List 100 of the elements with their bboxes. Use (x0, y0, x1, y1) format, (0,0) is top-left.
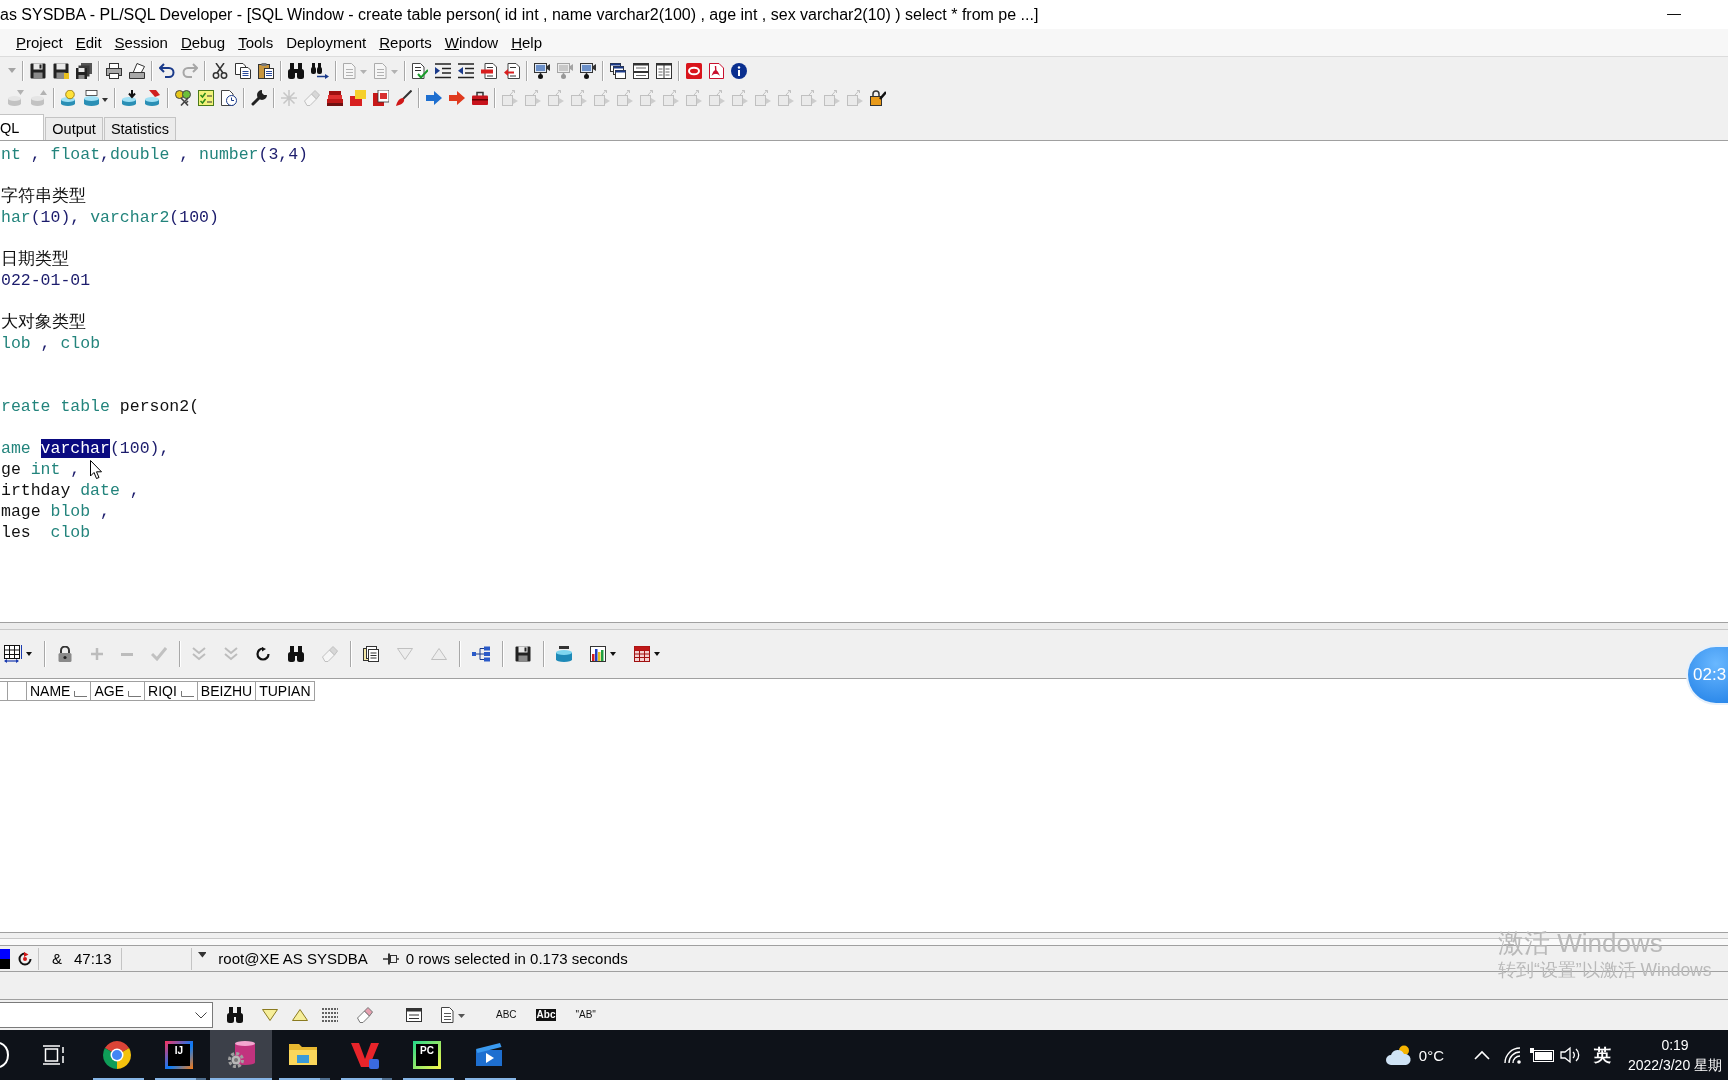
modifier-indicator: & (52, 950, 62, 967)
database-icon[interactable] (556, 646, 572, 662)
column-header[interactable]: TUPIAN (256, 681, 315, 701)
connection-label: root@XE AS SYSDBA (218, 950, 368, 967)
highlight-lines-icon[interactable] (322, 1007, 338, 1023)
weather-temperature[interactable]: 0°C (1418, 1046, 1444, 1064)
app-logo: IJ (165, 1041, 193, 1069)
menu-item[interactable]: Reports (379, 34, 432, 51)
code-line: mage blob , (0, 501, 110, 522)
padlock-icon[interactable] (57, 646, 73, 662)
document-check-icon[interactable] (411, 62, 428, 79)
speaker-icon[interactable] (1560, 1046, 1582, 1064)
status-message: 0 rows selected in 0.173 seconds (405, 950, 628, 967)
clock-time[interactable]: 0:19 (1661, 1035, 1689, 1055)
stacked-books-icon[interactable] (326, 89, 343, 106)
documents-icon[interactable] (363, 646, 379, 662)
brush-icon[interactable] (395, 89, 412, 106)
triangle-down-icon[interactable] (262, 1009, 278, 1021)
ring-icon[interactable] (0, 1042, 10, 1068)
database-dropdown-icon[interactable] (83, 89, 108, 106)
table-dropdown-icon[interactable] (634, 646, 660, 662)
indent-icon[interactable] (434, 62, 451, 79)
document-clock-icon[interactable] (220, 89, 237, 106)
clock-date[interactable]: 2022/3/20 星期 (1627, 1055, 1723, 1075)
column-header[interactable]: AGE (91, 681, 146, 701)
oval-logo-icon[interactable] (685, 62, 702, 79)
menu-item[interactable]: Project (16, 34, 63, 51)
find-option-button[interactable]: "AB" (574, 1009, 597, 1021)
chevron-down-icon[interactable] (195, 1011, 207, 1019)
triangle-up-icon[interactable] (292, 1009, 308, 1021)
taskbar-app-button[interactable]: PC (396, 1030, 458, 1080)
binoculars-icon[interactable] (287, 62, 304, 79)
arrow-right-icon[interactable] (425, 90, 442, 105)
chevron-up-icon[interactable] (1474, 1050, 1490, 1060)
monitor-icon[interactable] (579, 62, 596, 79)
outdent-icon[interactable] (457, 62, 474, 79)
column-header[interactable]: NAME (27, 681, 92, 701)
database-lightbulb-icon[interactable] (60, 89, 77, 106)
menu-item[interactable]: Session (114, 34, 168, 51)
copy-icon[interactable] (234, 62, 251, 79)
printer-icon[interactable] (105, 62, 122, 79)
info-icon[interactable] (730, 62, 747, 79)
menu-item[interactable]: Debug (180, 34, 226, 51)
search-field[interactable] (0, 1002, 213, 1028)
document-dropdown-icon[interactable] (441, 1007, 465, 1023)
checklist-icon[interactable] (197, 89, 214, 106)
arrow-right-icon[interactable] (448, 90, 465, 105)
toolbox-icon[interactable] (471, 90, 488, 105)
menu-item[interactable]: Window (444, 34, 499, 51)
menu-item[interactable]: Edit (75, 34, 102, 51)
monitor-icon[interactable] (533, 62, 550, 79)
printer-icon[interactable] (128, 62, 145, 79)
caret-icon[interactable] (197, 952, 207, 958)
column-header[interactable]: BEIZHU (197, 681, 257, 701)
document-arrow-icon[interactable] (503, 62, 520, 79)
tree-diagram-icon[interactable] (472, 646, 490, 662)
tab[interactable]: Statistics (103, 117, 176, 140)
documents-icon[interactable] (372, 89, 389, 106)
menu-item[interactable]: Tools (238, 34, 274, 51)
task-view-icon[interactable] (42, 1045, 64, 1065)
refresh-icon[interactable] (18, 951, 32, 966)
wrench-icon[interactable] (250, 89, 267, 106)
cascade-windows-icon[interactable] (609, 62, 626, 79)
refresh-icon[interactable] (256, 647, 270, 661)
column-header[interactable]: RIQI (145, 681, 198, 701)
wifi-icon[interactable] (1503, 1046, 1523, 1064)
binoculars-arrow-icon[interactable] (310, 62, 329, 79)
keys-icon[interactable] (174, 89, 191, 106)
undo-icon[interactable] (158, 63, 175, 78)
bar-chart-dropdown-icon[interactable] (590, 646, 616, 662)
code-line: reate table person2( (0, 396, 200, 417)
floppy-disks-icon[interactable] (75, 62, 92, 79)
grid-dropdown-icon[interactable] (4, 645, 32, 663)
overlapping-squares-icon[interactable] (349, 89, 366, 106)
paste-icon[interactable] (257, 62, 274, 79)
form-icon[interactable] (406, 1008, 422, 1022)
document-bar-icon[interactable] (480, 62, 497, 79)
menu-item[interactable]: Help (511, 34, 543, 51)
find-option-button[interactable]: Abc (535, 1009, 557, 1021)
minimize-icon[interactable] (1667, 13, 1681, 16)
database-arrow-icon[interactable] (121, 89, 138, 106)
sql-editor[interactable]: nt , float,double , number(3,4) 字符串类型 har(10), varchar2(100) 日期类型 022-01-01 大对象类型 lob , clob reate table person2( ame varchar(100), ge int , irthday date , mage blob , les clob (0, 141, 1728, 622)
padlock-pencil-icon[interactable] (869, 89, 886, 106)
battery-icon[interactable] (1530, 1048, 1554, 1062)
binoculars-icon[interactable] (288, 646, 304, 662)
find-option-button[interactable]: ABC (495, 1009, 518, 1021)
input-method-indicator[interactable]: 英 (1594, 1043, 1611, 1067)
binoculars-icon[interactable] (227, 1007, 243, 1023)
tile-horizontal-icon[interactable] (632, 62, 649, 79)
database-icon[interactable] (144, 89, 161, 106)
eraser-icon[interactable] (357, 1007, 373, 1023)
tab[interactable]: QL (0, 114, 45, 140)
scissors-icon[interactable] (211, 62, 228, 79)
video-player-icon (475, 1041, 503, 1067)
pdf-icon[interactable] (708, 62, 724, 79)
tab[interactable]: Output (45, 117, 103, 140)
app-logo: PC (413, 1041, 441, 1069)
cloud-sun-icon[interactable] (1385, 1045, 1412, 1065)
menu-item[interactable]: Deployment (286, 34, 367, 51)
tile-vertical-icon[interactable] (655, 62, 672, 79)
